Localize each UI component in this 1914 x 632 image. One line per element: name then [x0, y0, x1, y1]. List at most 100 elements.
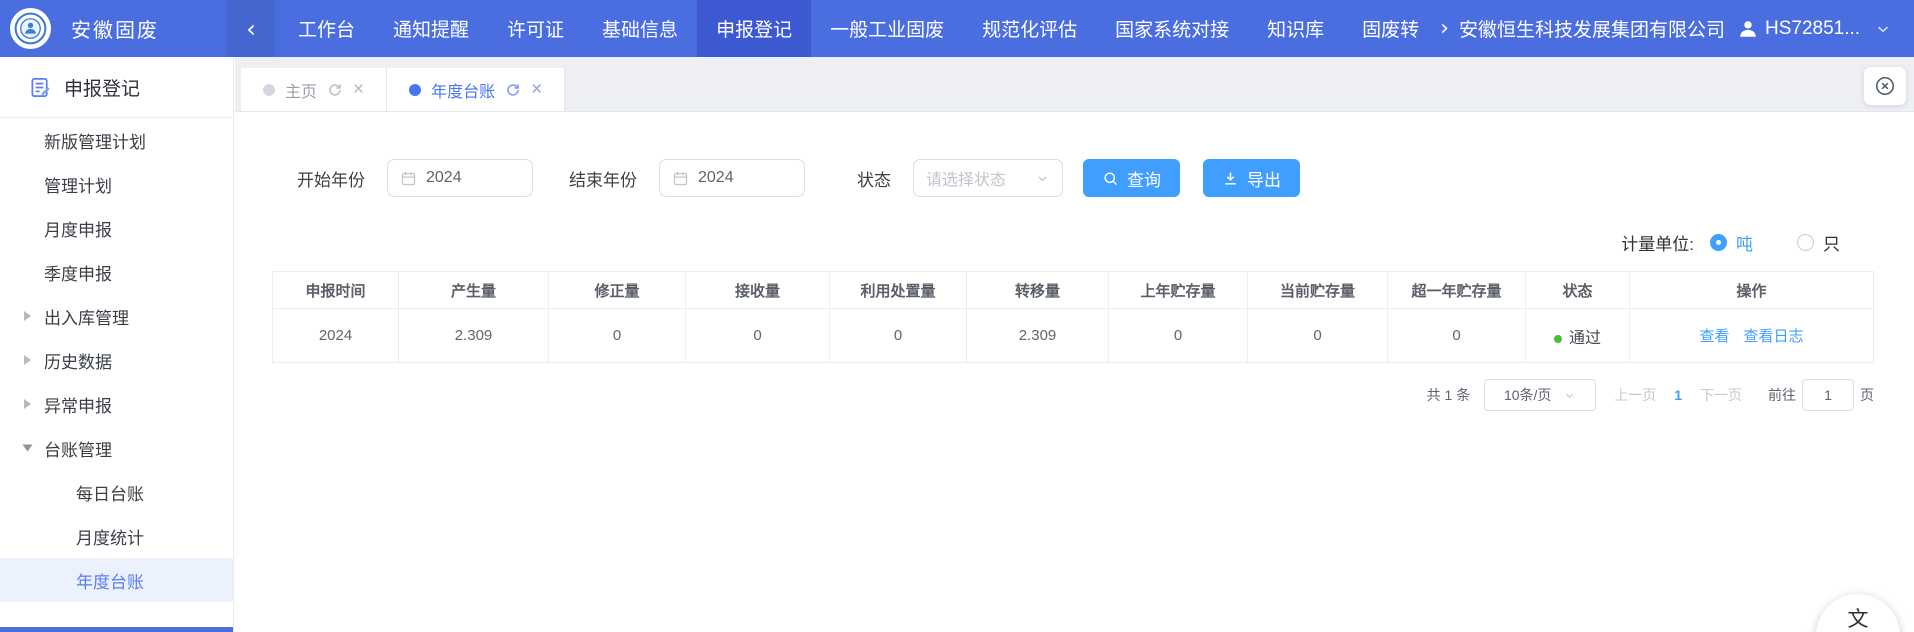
- nav-item-declaration[interactable]: 申报登记: [697, 0, 811, 57]
- unit-radio-ton[interactable]: 吨: [1710, 230, 1753, 255]
- export-button[interactable]: 导出: [1203, 159, 1300, 197]
- sidebar-collapse-icon[interactable]: ‹: [227, 0, 275, 57]
- sidebar-menu: 新版管理计划 管理计划 月度申报 季度申报 出入库管理 历史数据 异常申报 台账…: [0, 118, 233, 602]
- cell-declare-time: 2024: [273, 309, 399, 363]
- sidebar-item-quarterly-declare[interactable]: 季度申报: [0, 250, 233, 294]
- user-menu-chevron-down-icon[interactable]: [1874, 20, 1892, 38]
- sidebar-bottom-bar: [0, 627, 233, 632]
- col-declare-time: 申报时间: [273, 272, 399, 309]
- sidebar-item-inout-storage[interactable]: 出入库管理: [0, 294, 233, 338]
- nav-item-basic-info[interactable]: 基础信息: [583, 0, 697, 57]
- ledger-table-wrap: 申报时间 产生量 修正量 接收量 利用处置量 转移量 上年贮存量 当前贮存量 超…: [272, 271, 1874, 363]
- nav-item-workbench[interactable]: 工作台: [279, 0, 374, 57]
- sidebar-header: 申报登记: [0, 57, 233, 117]
- sidebar: 申报登记 新版管理计划 管理计划 月度申报 季度申报 出入库管理 历史数据 异常…: [0, 57, 234, 632]
- unit-radio-piece[interactable]: 只: [1797, 230, 1840, 255]
- sidebar-item-annual-ledger[interactable]: 年度台账: [0, 558, 233, 602]
- col-status: 状态: [1526, 272, 1630, 309]
- nav-item-general-industrial-waste[interactable]: 一般工业固废: [811, 0, 963, 57]
- tab-close-icon[interactable]: ×: [353, 80, 364, 99]
- tab-label: 主页: [285, 78, 317, 102]
- download-icon: [1222, 170, 1239, 187]
- chevron-down-icon: [1563, 389, 1576, 402]
- end-year-input[interactable]: 2024: [659, 159, 805, 197]
- col-transferred: 转移量: [967, 272, 1109, 309]
- col-corrected: 修正量: [549, 272, 686, 309]
- nav-scroll-right-icon[interactable]: ›: [1440, 16, 1449, 41]
- calendar-icon: [400, 170, 417, 187]
- view-link[interactable]: 查看: [1699, 328, 1729, 345]
- filter-bar: 开始年份 2024 结束年份 2024 状态 请选择状态 查询 导出: [297, 159, 1914, 197]
- tab-close-icon[interactable]: ×: [531, 80, 542, 99]
- unit-label: 计量单位:: [1621, 230, 1694, 255]
- goto-page-input[interactable]: 1: [1802, 379, 1854, 411]
- cell-utilized: 0: [830, 309, 967, 363]
- sidebar-item-mgmt-plan[interactable]: 管理计划: [0, 162, 233, 206]
- nav-item-license[interactable]: 许可证: [488, 0, 583, 57]
- search-button[interactable]: 查询: [1083, 159, 1180, 197]
- table-header-row: 申报时间 产生量 修正量 接收量 利用处置量 转移量 上年贮存量 当前贮存量 超…: [273, 272, 1874, 309]
- sidebar-item-label: 历史数据: [44, 348, 112, 373]
- nav-item-waste-transfer[interactable]: 固废转: [1343, 0, 1438, 57]
- page-unit-label: 页: [1860, 385, 1874, 405]
- goto-page-value: 1: [1824, 387, 1832, 403]
- col-generated: 产生量: [399, 272, 549, 309]
- goto-label: 前往: [1768, 385, 1796, 405]
- user-icon: [1737, 18, 1759, 40]
- radio-unselected-icon: [1797, 234, 1814, 251]
- status-select[interactable]: 请选择状态: [913, 159, 1063, 197]
- tab-refresh-icon[interactable]: [505, 82, 521, 98]
- tab-home[interactable]: 主页 ×: [241, 68, 387, 111]
- circle-close-icon: [1874, 75, 1896, 97]
- cell-actions: 查看查看日志: [1630, 309, 1874, 363]
- main-nav: 工作台 通知提醒 许可证 基础信息 申报登记 一般工业固废 规范化评估 国家系统…: [279, 0, 1438, 57]
- sidebar-item-abnormal-declare[interactable]: 异常申报: [0, 382, 233, 426]
- close-all-tabs-button[interactable]: [1864, 67, 1906, 105]
- sidebar-item-ledger-mgmt[interactable]: 台账管理: [0, 426, 233, 470]
- username[interactable]: HS72851...: [1765, 18, 1860, 40]
- collapse-caret-icon: [23, 445, 33, 452]
- next-page-button[interactable]: 下一页: [1700, 385, 1742, 405]
- sidebar-item-new-mgmt-plan[interactable]: 新版管理计划: [0, 118, 233, 162]
- nav-item-national-system[interactable]: 国家系统对接: [1096, 0, 1248, 57]
- status-dot-green: [1554, 335, 1562, 343]
- declaration-doc-icon: [29, 76, 52, 99]
- sidebar-item-history-data[interactable]: 历史数据: [0, 338, 233, 382]
- nav-item-standardization-eval[interactable]: 规范化评估: [963, 0, 1096, 57]
- top-navbar: 安徽固废 ‹ 工作台 通知提醒 许可证 基础信息 申报登记 一般工业固废 规范化…: [0, 0, 1914, 57]
- tab-refresh-icon[interactable]: [327, 82, 343, 98]
- view-log-link[interactable]: 查看日志: [1744, 328, 1804, 345]
- start-year-value: 2024: [426, 169, 462, 187]
- current-page-number[interactable]: 1: [1674, 387, 1682, 403]
- chevron-down-icon: [1035, 171, 1050, 186]
- search-icon: [1102, 170, 1119, 187]
- start-year-label: 开始年份: [297, 166, 365, 191]
- start-year-input[interactable]: 2024: [387, 159, 533, 197]
- annual-ledger-table: 申报时间 产生量 修正量 接收量 利用处置量 转移量 上年贮存量 当前贮存量 超…: [272, 271, 1874, 363]
- app-title: 安徽固废: [71, 14, 159, 43]
- sidebar-item-monthly-declare[interactable]: 月度申报: [0, 206, 233, 250]
- page-size-select[interactable]: 10条/页: [1484, 379, 1596, 411]
- col-current-storage: 当前贮存量: [1248, 272, 1388, 309]
- calendar-icon: [672, 170, 689, 187]
- expand-caret-icon: [24, 355, 31, 365]
- end-year-label: 结束年份: [569, 166, 637, 191]
- nav-item-notifications[interactable]: 通知提醒: [374, 0, 488, 57]
- floating-widget-button[interactable]: 文: [1816, 594, 1900, 632]
- cell-generated: 2.309: [399, 309, 549, 363]
- tab-strip: 主页 × 年度台账 ×: [235, 57, 1914, 112]
- tab-status-dot: [263, 84, 275, 96]
- tab-annual-ledger[interactable]: 年度台账 ×: [387, 68, 565, 111]
- tab-status-dot: [409, 84, 421, 96]
- cell-received: 0: [686, 309, 830, 363]
- nav-item-knowledge-base[interactable]: 知识库: [1248, 0, 1343, 57]
- status-text: 通过: [1569, 330, 1601, 347]
- pagination-total: 共 1 条: [1427, 385, 1471, 405]
- sidebar-item-daily-ledger[interactable]: 每日台账: [0, 470, 233, 514]
- page-size-value: 10条/页: [1504, 385, 1551, 405]
- col-prev-year-storage: 上年贮存量: [1109, 272, 1248, 309]
- prev-page-button[interactable]: 上一页: [1614, 385, 1656, 405]
- app-logo-icon: [10, 8, 51, 49]
- sidebar-item-monthly-stats[interactable]: 月度统计: [0, 514, 233, 558]
- table-row: 2024 2.309 0 0 0 2.309 0 0 0 通过 查看查看日志: [273, 309, 1874, 363]
